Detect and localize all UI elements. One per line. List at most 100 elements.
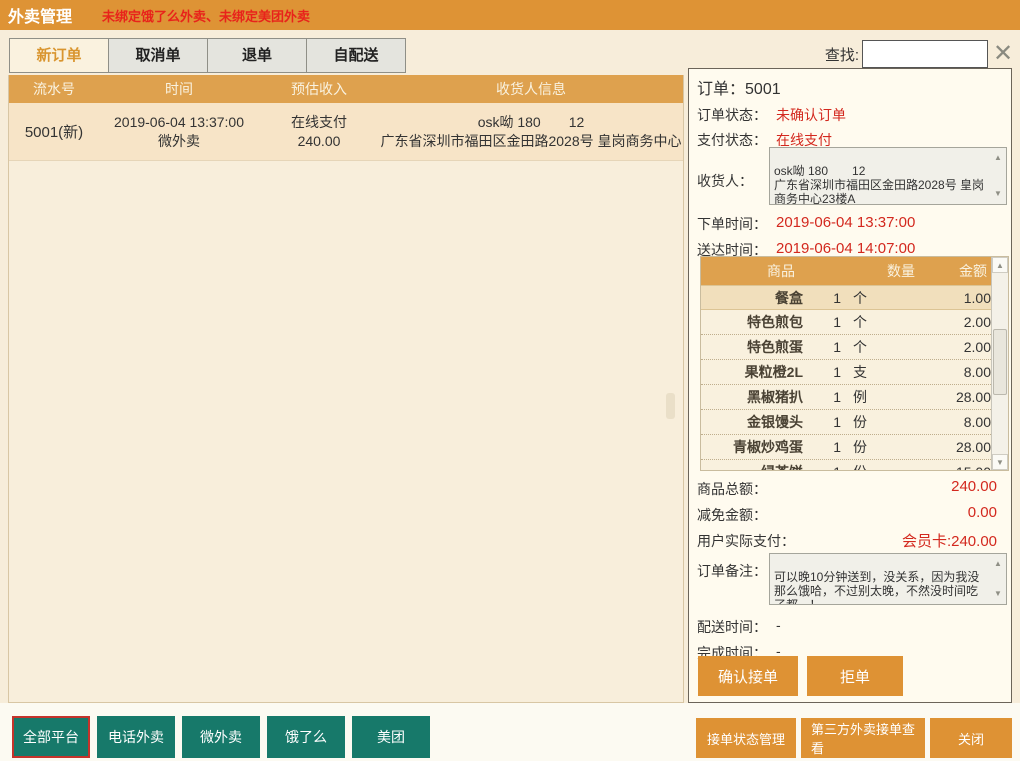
platform-button[interactable]: 微外卖 xyxy=(182,716,260,758)
item-row[interactable]: 特色煎包 1 个 2.00 xyxy=(701,310,993,335)
column-income: 预估收入 xyxy=(291,81,347,97)
item-row[interactable]: 黑椒猪扒 1 例 28.00 xyxy=(701,385,993,410)
item-amount: 15.00 xyxy=(891,464,993,470)
search-area: 查找: ✕ xyxy=(825,40,1018,68)
order-receiver-name: osk呦 180 12 xyxy=(477,113,585,130)
order-filter-tab[interactable]: 新订单 xyxy=(9,38,109,73)
order-filter-tab[interactable]: 取消单 xyxy=(108,38,208,73)
receiver-textbox[interactable]: osk呦 180 12 广东省深圳市福田区金田路2028号 皇岗商务中心23楼A… xyxy=(769,147,1007,205)
order-time-value: 2019-06-04 13:37:00 xyxy=(776,214,916,231)
item-unit: 支 xyxy=(853,364,867,380)
panel-splitter-handle[interactable] xyxy=(666,393,675,419)
platform-button[interactable]: 饿了么 xyxy=(267,716,345,758)
scroll-down-icon[interactable]: ▼ xyxy=(992,187,1004,201)
order-receiver-address: 广东省深圳市福田区金田路2028号 皇岗商务中心 xyxy=(380,132,682,149)
third-party-orders-button[interactable]: 第三方外卖接单查看 xyxy=(801,718,925,758)
search-label: 查找: xyxy=(824,46,859,64)
item-unit: 个 xyxy=(853,314,867,330)
remark-textbox[interactable]: 可以晚10分钟送到，没关系，因为我没那么饿哈，不过别太晚，不然没时间吃了都- -… xyxy=(769,553,1007,605)
footer-buttons: 接单状态管理 第三方外卖接单查看 关闭 xyxy=(696,718,1012,758)
platform-button[interactable]: 美团 xyxy=(352,716,430,758)
order-detail-panel: 订单：5001 订单状态： 未确认订单 支付状态： 在线支付 收货人： osk呦… xyxy=(688,68,1012,703)
scrollbar-thumb[interactable] xyxy=(993,329,1007,395)
scroll-up-icon[interactable]: ▲ xyxy=(992,557,1004,571)
item-amount: 28.00 xyxy=(955,389,991,405)
item-qty: 1 xyxy=(833,414,841,430)
receiver-text: osk呦 180 12 广东省深圳市福田区金田路2028号 皇岗商务中心23楼A xyxy=(774,164,985,205)
search-input[interactable] xyxy=(862,40,988,68)
item-unit: 份 xyxy=(853,439,867,455)
close-icon[interactable]: ✕ xyxy=(988,40,1018,68)
order-list-header: 流水号 时间 预估收入 收货人信息 xyxy=(9,75,683,103)
platform-button[interactable]: 电话外卖 xyxy=(97,716,175,758)
order-pay-type: 在线支付 xyxy=(291,113,347,130)
remark-text: 可以晚10分钟送到，没关系，因为我没那么饿哈，不过别太晚，不然没时间吃了都- -… xyxy=(774,570,980,605)
item-amount: 2.00 xyxy=(963,339,991,355)
item-row[interactable]: 果粒橙2L 1 支 8.00 xyxy=(701,360,993,385)
item-name: 特色煎蛋 xyxy=(747,339,803,355)
items-body: 餐盒 1 个 1.00 特色煎包 1 个 2.00 特色煎蛋 1 个 2.00 … xyxy=(701,285,993,470)
takeout-management-window: 外卖管理 未绑定饿了么外卖、未绑定美团外卖 新订单 取消单 退单 自配送 查找:… xyxy=(0,0,1020,761)
order-time-label: 下单时间： xyxy=(697,216,767,232)
column-receiver: 收货人信息 xyxy=(496,81,566,97)
order-list-body: 5001(新) 2019-06-04 13:37:00 微外卖 在线支付 240… xyxy=(9,103,683,161)
platform-button[interactable]: 全部平台 xyxy=(12,716,90,758)
items-column-amount: 金额 xyxy=(959,263,987,279)
order-filter-tab[interactable]: 自配送 xyxy=(306,38,406,73)
order-status-label: 订单状态： xyxy=(697,107,767,123)
item-qty: 1 xyxy=(833,389,841,405)
reject-order-button[interactable]: 拒单 xyxy=(807,656,903,696)
order-items-table: 商品 数量 金额 餐盒 1 个 1.00 特色煎包 1 个 2.00 特色煎蛋 … xyxy=(700,256,1009,471)
item-row[interactable]: 餐盒 1 个 1.00 xyxy=(701,285,993,310)
item-row[interactable]: 金银馒头 1 份 8.00 xyxy=(701,410,993,435)
item-name: 青椒炒鸡蛋 xyxy=(733,439,803,455)
item-name: 餐盒 xyxy=(775,289,803,306)
total-label: 商品总额： xyxy=(697,481,767,497)
item-qty: 1 xyxy=(833,364,841,380)
tab-bar: 新订单 取消单 退单 自配送 xyxy=(9,38,406,73)
page-title: 外卖管理 xyxy=(8,9,73,26)
receiver-label: 收货人： xyxy=(697,173,753,189)
items-scrollbar[interactable]: ▲ ▼ xyxy=(991,257,1008,470)
order-serial: 5001(新) xyxy=(24,124,84,141)
scroll-up-icon[interactable]: ▲ xyxy=(992,151,1004,165)
item-row[interactable]: 青椒炒鸡蛋 1 份 28.00 xyxy=(701,435,993,460)
bottom-bar: 全部平台 电话外卖 微外卖 饿了么 美团 接单状态管理 第三方外卖接单查看 关闭 xyxy=(0,703,1020,761)
item-amount: 8.00 xyxy=(963,364,991,380)
item-amount: 8.00 xyxy=(963,414,991,430)
item-amount: 2.00 xyxy=(963,314,991,330)
item-name: 黑椒猪扒 xyxy=(747,389,803,405)
scroll-down-icon[interactable]: ▼ xyxy=(992,587,1004,601)
order-row[interactable]: 5001(新) 2019-06-04 13:37:00 微外卖 在线支付 240… xyxy=(9,103,683,161)
column-serial: 流水号 xyxy=(33,81,75,97)
scroll-up-icon[interactable]: ▲ xyxy=(992,257,1008,273)
item-unit: 例 xyxy=(853,389,867,405)
column-time: 时间 xyxy=(165,81,193,97)
pay-status-label: 支付状态： xyxy=(697,132,767,148)
item-amount: 28.00 xyxy=(955,439,991,455)
order-source: 微外卖 xyxy=(158,132,200,149)
item-qty: 1 xyxy=(833,339,841,355)
item-unit: 份 xyxy=(853,414,867,430)
paid-label: 用户实际支付： xyxy=(697,533,795,549)
delivery-time-label: 配送时间： xyxy=(697,619,767,635)
order-filter-tab[interactable]: 退单 xyxy=(207,38,307,73)
items-column-qty: 数量 xyxy=(887,263,915,279)
item-unit: 个 xyxy=(853,289,867,306)
item-qty: 1 xyxy=(833,439,841,455)
delivery-time-value: - xyxy=(776,617,781,633)
paid-value: 会员卡:240.00 xyxy=(901,533,997,550)
order-time: 2019-06-04 13:37:00 xyxy=(114,113,244,130)
close-button[interactable]: 关闭 xyxy=(930,718,1012,758)
confirm-accept-button[interactable]: 确认接单 xyxy=(698,656,798,696)
item-qty: 1 xyxy=(833,314,841,330)
item-name: 金银馒头 xyxy=(747,414,803,430)
binding-warning-text: 未绑定饿了么外卖、未绑定美团外卖 xyxy=(102,8,311,24)
items-header: 商品 数量 金额 xyxy=(701,257,993,285)
title-bar: 外卖管理 未绑定饿了么外卖、未绑定美团外卖 xyxy=(0,0,1020,30)
accept-status-manage-button[interactable]: 接单状态管理 xyxy=(696,718,796,758)
detail-order-number: 5001 xyxy=(745,81,781,98)
scroll-down-icon[interactable]: ▼ xyxy=(992,454,1008,470)
item-row[interactable]: 绿茶饼 1 份 15.00 xyxy=(701,460,993,470)
item-row[interactable]: 特色煎蛋 1 个 2.00 xyxy=(701,335,993,360)
